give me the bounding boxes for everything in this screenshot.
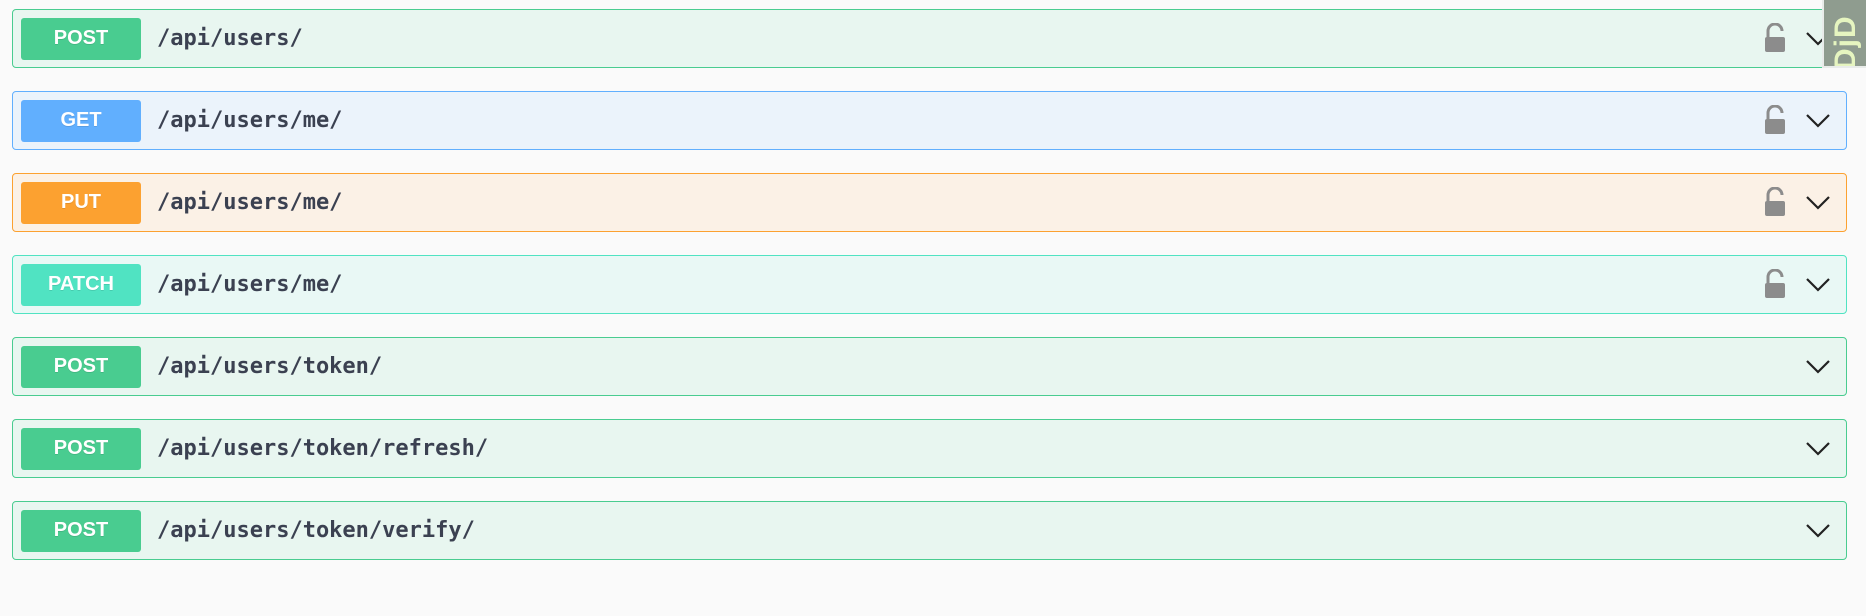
chevron-down-icon[interactable] xyxy=(1804,519,1832,541)
chevron-down-icon[interactable] xyxy=(1804,355,1832,377)
method-badge: POST xyxy=(21,427,141,470)
method-badge: PATCH xyxy=(21,263,141,306)
endpoint-path[interactable]: /api/users/me/ xyxy=(157,190,342,215)
operation-block[interactable]: GET /api/users/me/ xyxy=(12,91,1847,150)
method-badge: POST xyxy=(21,509,141,552)
endpoint-path[interactable]: /api/users/token/ xyxy=(157,354,382,379)
unlocked-padlock-icon[interactable] xyxy=(1762,269,1788,299)
operation-block[interactable]: POST /api/users/token/ xyxy=(12,337,1847,396)
unlocked-padlock-icon[interactable] xyxy=(1762,187,1788,217)
method-badge: PUT xyxy=(21,181,141,224)
method-badge: GET xyxy=(21,99,141,142)
endpoint-path[interactable]: /api/users/ xyxy=(157,26,303,51)
debug-toolbar-label: DjD xyxy=(1829,15,1862,68)
unlocked-padlock-icon[interactable] xyxy=(1762,23,1788,53)
method-badge: POST xyxy=(21,17,141,60)
endpoint-path[interactable]: /api/users/me/ xyxy=(157,108,342,133)
operation-block[interactable]: POST /api/users/ xyxy=(12,9,1847,68)
operation-block[interactable]: PUT /api/users/me/ xyxy=(12,173,1847,232)
endpoint-path[interactable]: /api/users/me/ xyxy=(157,272,342,297)
operation-block[interactable]: PATCH /api/users/me/ xyxy=(12,255,1847,314)
operations-list: POST /api/users/ GET /api/users/me/ PUT … xyxy=(12,9,1847,583)
endpoint-path[interactable]: /api/users/token/verify/ xyxy=(157,518,475,543)
chevron-down-icon[interactable] xyxy=(1804,109,1832,131)
operation-block[interactable]: POST /api/users/token/verify/ xyxy=(12,501,1847,560)
chevron-down-icon[interactable] xyxy=(1804,437,1832,459)
operation-block[interactable]: POST /api/users/token/refresh/ xyxy=(12,419,1847,478)
chevron-down-icon[interactable] xyxy=(1804,273,1832,295)
debug-toolbar-handle[interactable]: DjD xyxy=(1822,0,1866,68)
method-badge: POST xyxy=(21,345,141,388)
chevron-down-icon[interactable] xyxy=(1804,191,1832,213)
unlocked-padlock-icon[interactable] xyxy=(1762,105,1788,135)
endpoint-path[interactable]: /api/users/token/refresh/ xyxy=(157,436,488,461)
